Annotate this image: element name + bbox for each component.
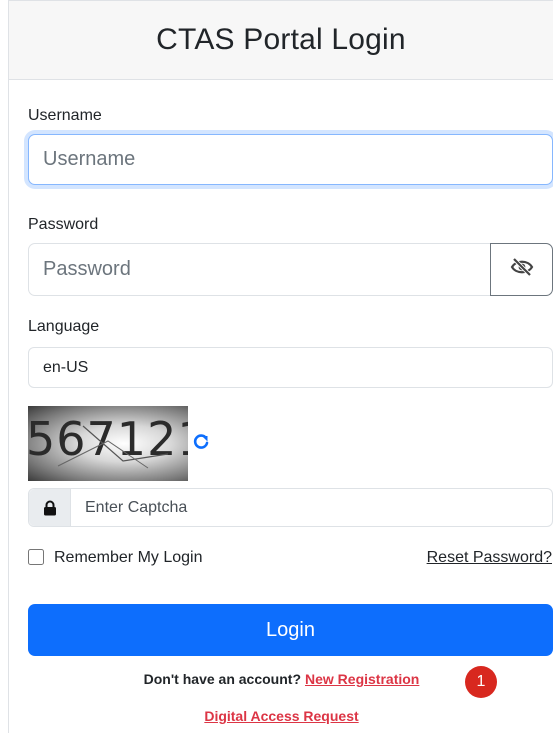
annotation-badge: 1 [465,666,497,698]
username-label: Username [28,107,102,124]
page-title: CTAS Portal Login [156,23,406,56]
captcha-input[interactable] [71,489,552,526]
digital-access-request-link[interactable]: Digital Access Request [204,708,358,724]
password-input[interactable] [28,243,491,296]
toggle-password-button[interactable] [490,243,553,296]
language-selected-value: en-US [43,358,89,376]
new-registration-link[interactable]: New Registration [305,671,419,687]
refresh-icon[interactable] [192,432,210,450]
reset-password-link[interactable]: Reset Password? [427,549,552,567]
no-account-text: Don't have an account? [143,671,301,687]
login-button[interactable]: Login [28,604,553,656]
lock-icon [29,489,71,526]
card-header: CTAS Portal Login [9,1,553,80]
username-input[interactable] [28,134,553,185]
eye-slash-icon [510,257,534,282]
remember-checkbox[interactable] [28,549,44,565]
password-label: Password [28,216,99,233]
digital-access-line: Digital Access Request [9,708,553,724]
captcha-image: 567121 [28,406,188,481]
remember-label[interactable]: Remember My Login [54,549,203,567]
login-card: CTAS Portal Login Username Password Lang… [8,0,553,733]
language-label: Language [28,318,100,335]
captcha-input-group [28,488,553,527]
language-select[interactable]: en-US [28,347,553,388]
